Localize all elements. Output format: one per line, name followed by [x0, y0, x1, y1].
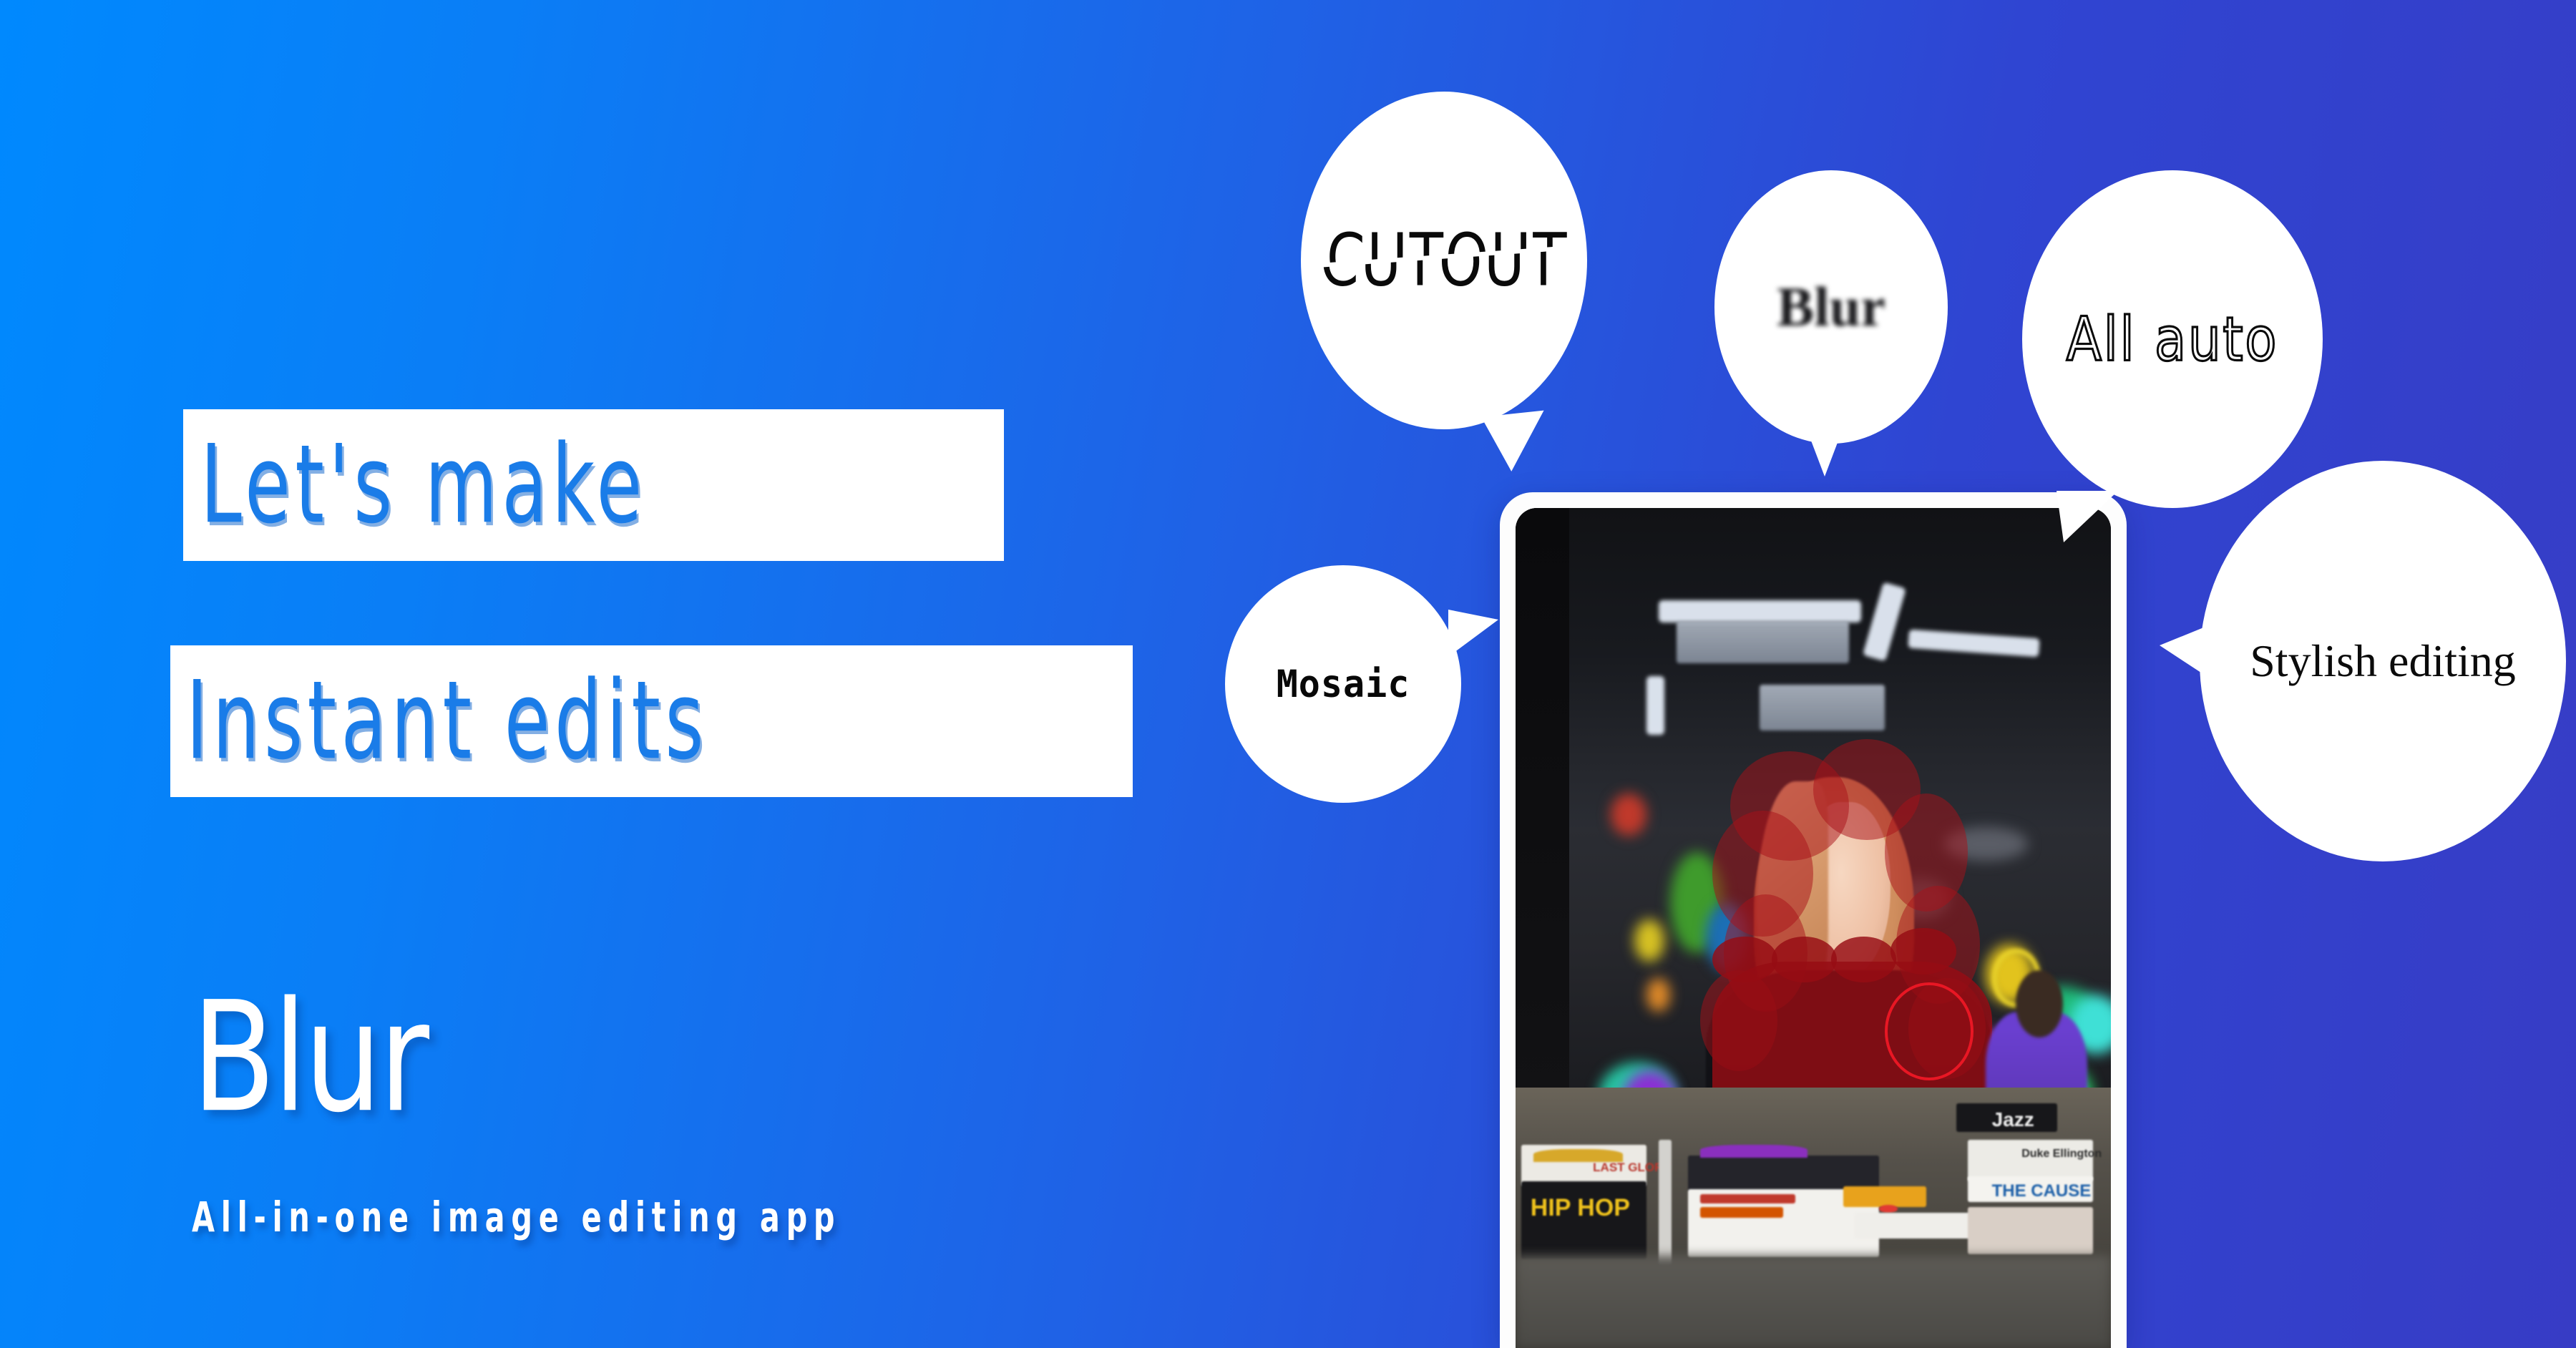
crate-label-hip-hop: HIP HOP [1530, 1194, 1630, 1222]
headline-line-1-box: Let's make [183, 409, 1004, 561]
headline-line-2: Instant edits [170, 645, 1133, 797]
feature-bubble-stylish-editing[interactable]: Stylish editing [2160, 461, 2566, 861]
feature-bubble-mosaic[interactable]: Mosaic [1225, 565, 1498, 803]
headline-line-1-text: Let's make [200, 422, 647, 548]
bubble-tail-blur [1809, 435, 1840, 477]
bubble-tail-mosaic [1448, 610, 1498, 657]
feature-label-cutout: CUTOUT CUTOUT CUTOUT [1320, 220, 1567, 301]
headline-line-2-box: Instant edits [170, 645, 1133, 797]
brand-lockup: Blur All-in-one image editing app [192, 969, 841, 1241]
promo-banner: Let's make Instant edits Blur All-in-one… [0, 0, 2576, 1348]
feature-bubble-all-auto[interactable]: All auto [2022, 170, 2323, 542]
bubble-tail-stylish-editing [2160, 627, 2205, 675]
feature-label-stylish-editing: Stylish editing [2250, 635, 2516, 686]
phone-mockup: HIP HOP LAST GLORY Duke Ellington THE CA… [1500, 492, 2127, 1348]
preview-photo: HIP HOP LAST GLORY Duke Ellington THE CA… [1516, 508, 2111, 1348]
crate-label-the-cause: THE CAUSE [1991, 1181, 2092, 1201]
feature-label-mosaic: Mosaic [1276, 662, 1410, 706]
feature-bubble-cutout[interactable]: CUTOUT CUTOUT CUTOUT [1301, 92, 1587, 474]
feature-label-blur: Blur [1777, 275, 1885, 338]
floor [1516, 1255, 2111, 1348]
crate-label-duke-ellington: Duke Ellington [2021, 1147, 2102, 1160]
selection-ellipse[interactable] [1884, 982, 1974, 1081]
brand-tagline: All-in-one image editing app [192, 1193, 841, 1241]
feature-bubble-blur[interactable]: Blur [1714, 170, 1948, 477]
bubble-tail-cutout [1481, 410, 1550, 474]
bubble-tail-all-auto [2057, 491, 2118, 542]
feature-label-all-auto: All auto [2065, 303, 2279, 376]
headline-line-1: Let's make [183, 409, 1004, 561]
headline-line-2-text: Instant edits [186, 658, 708, 784]
left-pillar [1516, 508, 1569, 1113]
phone-screen: HIP HOP LAST GLORY Duke Ellington THE CA… [1516, 508, 2111, 1348]
crate-label-jazz: Jazz [1991, 1108, 2034, 1131]
background-person-head [2015, 970, 2064, 1037]
brand-name: Blur [192, 969, 429, 1146]
